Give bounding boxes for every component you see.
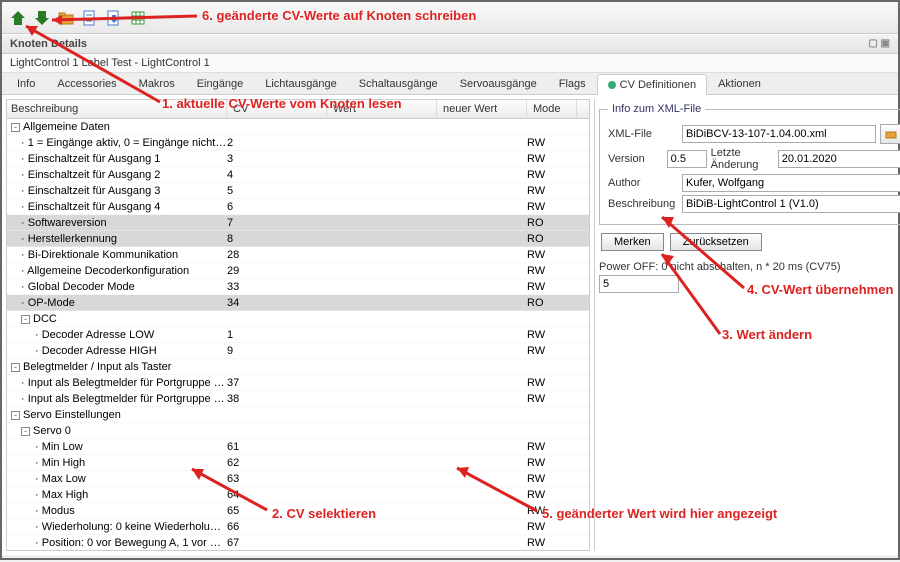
cv-value-input[interactable] <box>599 275 679 293</box>
table-row[interactable]: · 1 = Eingänge aktiv, 0 = Eingänge nicht… <box>7 135 589 151</box>
tree-toggle-icon[interactable]: - <box>21 315 30 324</box>
table-row[interactable]: · Einschaltzeit für Ausgang 24RW <box>7 167 589 183</box>
tree-group[interactable]: -DCC <box>7 311 589 327</box>
tree-group[interactable]: -Allgemeine Daten <box>7 119 589 135</box>
info-panel: Info zum XML-File XML-File Version Letzt… <box>594 99 894 551</box>
table-row[interactable]: · Min Low61RW <box>7 439 589 455</box>
tree-group[interactable]: -Servo Einstellungen <box>7 407 589 423</box>
tree-toggle-icon[interactable]: - <box>21 427 30 436</box>
tree-toggle-icon[interactable]: - <box>11 411 20 420</box>
author-label: Author <box>608 177 678 189</box>
tab-servoausgänge[interactable]: Servoausgänge <box>449 73 548 94</box>
change-field <box>778 150 900 168</box>
tab-info[interactable]: Info <box>6 73 46 94</box>
xml-info-fieldset: Info zum XML-File XML-File Version Letzt… <box>599 103 900 225</box>
tab-lichtausgänge[interactable]: Lichtausgänge <box>254 73 348 94</box>
col-neuer-wert[interactable]: neuer Wert <box>437 100 527 118</box>
xml-file-label: XML-File <box>608 128 678 140</box>
tab-cv-definitionen[interactable]: CV Definitionen <box>597 74 707 95</box>
file-export-icon[interactable] <box>80 8 100 28</box>
tree-group[interactable]: -Belegtmelder / Input als Taster <box>7 359 589 375</box>
version-field <box>667 150 707 168</box>
xml-file-field[interactable] <box>682 125 876 143</box>
tab-bar: InfoAccessoriesMakrosEingängeLichtausgän… <box>2 73 898 95</box>
col-wert[interactable]: Wert <box>327 100 437 118</box>
merken-button[interactable]: Merken <box>601 233 664 251</box>
table-row[interactable]: · Max High64RW <box>7 487 589 503</box>
breadcrumb: LightControl 1 Label Test - LightControl… <box>2 54 898 73</box>
tree-toggle-icon[interactable]: - <box>11 363 20 372</box>
write-node-icon[interactable] <box>32 8 52 28</box>
tab-accessories[interactable]: Accessories <box>46 73 127 94</box>
table-row[interactable]: · Global Decoder Mode33RW <box>7 279 589 295</box>
open-xml-icon[interactable] <box>880 124 900 144</box>
table-body[interactable]: -Allgemeine Daten· 1 = Eingänge aktiv, 0… <box>7 119 589 550</box>
table-row[interactable]: · Einschaltzeit für Ausgang 35RW <box>7 183 589 199</box>
col-desc[interactable]: Beschreibung <box>7 100 227 118</box>
desc-label: Beschreibung <box>608 198 678 210</box>
table-row[interactable]: · Allgemeine Decoderkonfiguration29RW <box>7 263 589 279</box>
table-row[interactable]: · Bi-Direktionale Kommunikation28RW <box>7 247 589 263</box>
tab-makros[interactable]: Makros <box>128 73 186 94</box>
tab-schaltausgänge[interactable]: Schaltausgänge <box>348 73 449 94</box>
table-row[interactable]: · Softwareversion7RO <box>7 215 589 231</box>
reset-button[interactable]: Zurücksetzen <box>670 233 762 251</box>
file-import-icon[interactable] <box>104 8 124 28</box>
table-row[interactable]: · OP-Mode34RO <box>7 295 589 311</box>
table-row[interactable]: · Input als Belegtmelder für Portgruppe … <box>7 391 589 407</box>
main-toolbar <box>2 2 898 34</box>
table-row[interactable]: · Einschaltzeit für Ausgang 46RW <box>7 199 589 215</box>
table-row[interactable]: · Modus65RW <box>7 503 589 519</box>
table-row[interactable]: · Decoder Adresse HIGH9RW <box>7 343 589 359</box>
table-row[interactable]: · Input als Belegtmelder für Portgruppe … <box>7 375 589 391</box>
tab-flags[interactable]: Flags <box>548 73 597 94</box>
read-node-icon[interactable] <box>8 8 28 28</box>
cv-edit-label: Power OFF: 0 nicht abschalten, n * 20 ms… <box>599 261 890 273</box>
table-row[interactable]: · Max Low63RW <box>7 471 589 487</box>
table-row[interactable]: · Decoder Adresse LOW1RW <box>7 327 589 343</box>
table-row[interactable]: · Einschaltzeit für Ausgang 13RW <box>7 151 589 167</box>
table-row[interactable]: · Position: 0 vor Bewegung A, 1 vor Bewe… <box>7 535 589 550</box>
change-label: Letzte Änderung <box>711 147 774 171</box>
col-cv[interactable]: CV <box>227 100 327 118</box>
table-row[interactable]: · Herstellerkennung8RO <box>7 231 589 247</box>
xml-info-legend: Info zum XML-File <box>608 103 705 115</box>
file-open-icon[interactable] <box>56 8 76 28</box>
panel-controls[interactable]: ▢ ▣ <box>868 38 890 50</box>
file-sheet-icon[interactable] <box>128 8 148 28</box>
table-header: Beschreibung CV Wert neuer Wert Mode <box>7 100 589 119</box>
tree-group[interactable]: -Servo 0 <box>7 423 589 439</box>
col-mode[interactable]: Mode <box>527 100 577 118</box>
tab-aktionen[interactable]: Aktionen <box>707 73 772 94</box>
panel-title-bar: Knoten Details ▢ ▣ <box>2 34 898 54</box>
cv-table-panel: Beschreibung CV Wert neuer Wert Mode -Al… <box>6 99 590 551</box>
version-label: Version <box>608 153 663 165</box>
desc-field <box>682 195 900 213</box>
table-row[interactable]: · Min High62RW <box>7 455 589 471</box>
panel-title: Knoten Details <box>10 38 87 50</box>
tree-toggle-icon[interactable]: - <box>11 123 20 132</box>
author-field <box>682 174 900 192</box>
table-row[interactable]: · Wiederholung: 0 keine Wiederholung, 1 … <box>7 519 589 535</box>
tab-eingänge[interactable]: Eingänge <box>186 73 255 94</box>
